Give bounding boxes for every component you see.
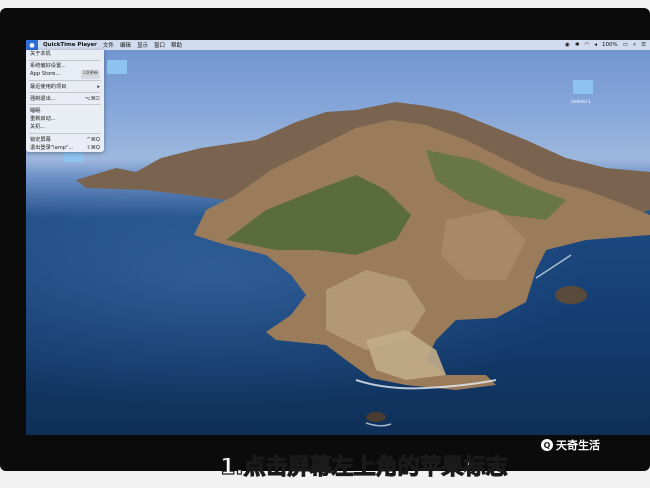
menu-file[interactable]: 文件 (103, 41, 114, 49)
menu-view[interactable]: 显示 (137, 41, 148, 49)
island-wallpaper (76, 102, 650, 427)
menu-item-label: 关机... (30, 124, 46, 131)
menu-item-log-out[interactable]: 退出登录"lamp"... ⇧⌘Q (26, 144, 104, 152)
desktop-folder-icon[interactable] (107, 60, 127, 74)
menu-item-shutdown[interactable]: 关机... (26, 123, 104, 131)
apple-menu-icon[interactable]: ● (26, 40, 38, 50)
desktop-file-icon[interactable] (573, 80, 593, 94)
menu-separator (29, 80, 101, 82)
menu-item-label: 睡眠 (30, 107, 41, 114)
menu-separator (29, 59, 101, 61)
record-icon[interactable]: ◉ (565, 42, 570, 48)
menu-item-about[interactable]: 关于本机 (26, 50, 104, 58)
desktop-item-icon[interactable] (64, 152, 84, 162)
menu-window[interactable]: 窗口 (154, 41, 165, 49)
desktop-file-label: Untitled 1 (571, 99, 591, 104)
menu-item-recent[interactable]: 最近使用的项目 ▸ (26, 83, 104, 91)
menu-item-app-store[interactable]: App Store... 1项更新 (26, 70, 104, 79)
menu-item-label: 锁定屏幕 (30, 136, 51, 143)
menu-item-label: 系统偏好设置... (30, 63, 67, 70)
volume-icon[interactable]: ◂ (594, 42, 597, 48)
apple-menu-dropdown: 关于本机 系统偏好设置... App Store... 1项更新 最近使用的项目 ▸… (26, 50, 104, 152)
watermark: Q 天奇生活 (541, 437, 600, 453)
menu-bar: ● QuickTime Player 文件 编辑 显示 窗口 帮助 ◉ ✱ ◠ … (26, 40, 650, 50)
bluetooth-icon[interactable]: ✱ (575, 42, 580, 48)
menu-item-label: 重新启动... (30, 116, 56, 123)
menu-item-label: 关于本机 (30, 51, 51, 57)
menu-item-restart[interactable]: 重新启动... (26, 115, 104, 123)
control-center-icon[interactable]: ☰ (641, 42, 646, 48)
search-logo-icon: Q (541, 439, 553, 451)
battery-percent[interactable]: 100% (602, 42, 618, 48)
menu-item-label: 最近使用的项目 (30, 83, 67, 90)
menu-item-label: 强制退出... (30, 95, 56, 102)
menu-shortcut: ⇧⌘Q (86, 144, 100, 151)
status-area: ◉ ✱ ◠ ◂ 100% ▭ ⌕ ☰ (565, 42, 650, 49)
submenu-arrow-icon: ▸ (97, 83, 100, 90)
menu-item-label: App Store... (30, 71, 61, 78)
battery-icon[interactable]: ▭ (623, 42, 628, 48)
app-menu[interactable]: QuickTime Player (43, 42, 97, 48)
search-icon[interactable]: ⌕ (633, 42, 636, 49)
menu-shortcut: ^⌘Q (86, 136, 100, 143)
menu-item-force-quit[interactable]: 强制退出... ⌥⌘⎋ (26, 95, 104, 103)
tutorial-caption: 1.点击屏幕左上角的苹果标志 (219, 454, 508, 480)
menu-edit[interactable]: 编辑 (120, 41, 131, 49)
watermark-text: 天奇生活 (556, 439, 600, 452)
menu-item-lock-screen[interactable]: 锁定屏幕 ^⌘Q (26, 136, 104, 144)
menu-shortcut: ⌥⌘⎋ (84, 95, 100, 102)
update-badge: 1项更新 (80, 70, 100, 79)
menu-item-sleep[interactable]: 睡眠 (26, 107, 104, 115)
wifi-icon[interactable]: ◠ (584, 42, 589, 48)
menu-separator (29, 92, 101, 94)
menu-separator (29, 133, 101, 134)
menu-item-label: 退出登录"lamp"... (30, 144, 74, 151)
mac-desktop: Untitled 1 ● QuickTime Player 文件 编辑 显示 窗… (26, 40, 650, 435)
menu-separator (29, 104, 101, 106)
menu-help[interactable]: 帮助 (171, 41, 182, 49)
